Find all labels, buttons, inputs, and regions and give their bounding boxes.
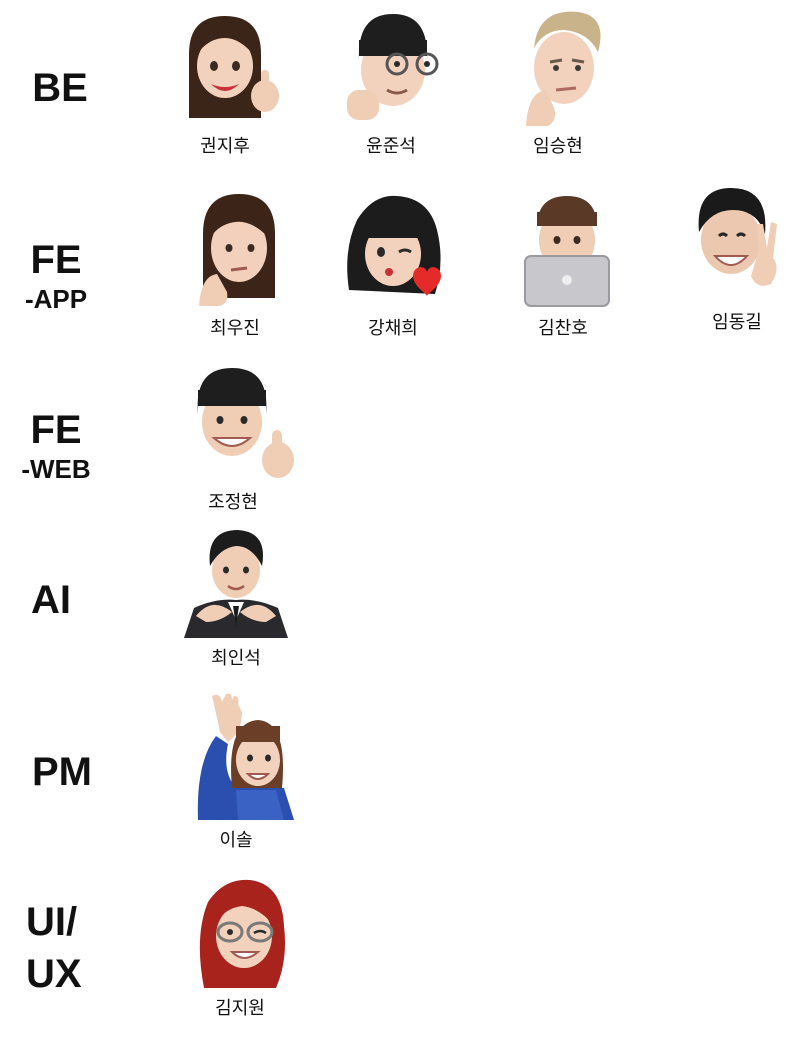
member-card: 강채희: [323, 190, 463, 340]
member-name: 이솔: [219, 830, 253, 851]
member-card: 임동길: [667, 184, 800, 334]
member-card: 최우진: [165, 190, 305, 340]
memoji-avatar-icon: [189, 16, 279, 118]
member-name: 김찬호: [538, 318, 588, 339]
team-label-main: FE: [30, 408, 82, 452]
member-name: 조정현: [208, 492, 258, 513]
member-card: 조정현: [163, 364, 303, 514]
team-label-sub: -WEB: [21, 454, 91, 484]
memoji-avatar-icon: [524, 196, 610, 307]
member-card: 임승현: [488, 8, 628, 158]
team-label-be: BE: [30, 68, 90, 108]
memoji-avatar-icon: [199, 194, 275, 306]
member-name: 윤준석: [366, 136, 416, 157]
member-name: 김지원: [215, 998, 265, 1019]
member-name: 임승현: [533, 136, 583, 157]
memoji-avatar-icon: [347, 195, 441, 296]
team-label-uiux: UI/ UX: [26, 902, 90, 994]
team-label-ai: AI: [26, 580, 76, 620]
team-label-main: UI/: [26, 900, 78, 944]
memoji-avatar-icon: [526, 11, 601, 126]
team-label-fe-app: FE -APP: [18, 240, 94, 312]
member-card: 권지후: [155, 8, 295, 158]
memoji-avatar-icon: [347, 14, 439, 120]
team-label-pm: PM: [28, 752, 96, 792]
memoji-avatar-icon: [197, 368, 294, 478]
memoji-avatar-icon: [184, 530, 288, 638]
memoji-avatar-icon: [197, 693, 294, 820]
team-label-sub: UX: [26, 952, 82, 996]
member-card: 김지원: [170, 876, 310, 1020]
member-card: 최인석: [166, 526, 306, 670]
team-label-main: BE: [32, 66, 88, 110]
team-label-fe-web: FE -WEB: [16, 410, 96, 482]
member-name: 강채희: [368, 318, 418, 339]
team-label-main: FE: [30, 238, 82, 282]
member-name: 임동길: [712, 312, 762, 333]
memoji-avatar-icon: [199, 879, 285, 988]
member-card: 윤준석: [321, 8, 461, 158]
member-card: 이솔: [166, 692, 306, 852]
member-name: 최인석: [211, 648, 261, 669]
member-name: 최우진: [210, 318, 260, 339]
team-label-sub: -APP: [24, 284, 88, 314]
member-name: 권지후: [200, 136, 250, 157]
memoji-avatar-icon: [698, 188, 777, 286]
team-label-main: PM: [32, 750, 92, 794]
member-card: 김찬호: [493, 190, 633, 340]
team-label-main: AI: [31, 578, 71, 622]
